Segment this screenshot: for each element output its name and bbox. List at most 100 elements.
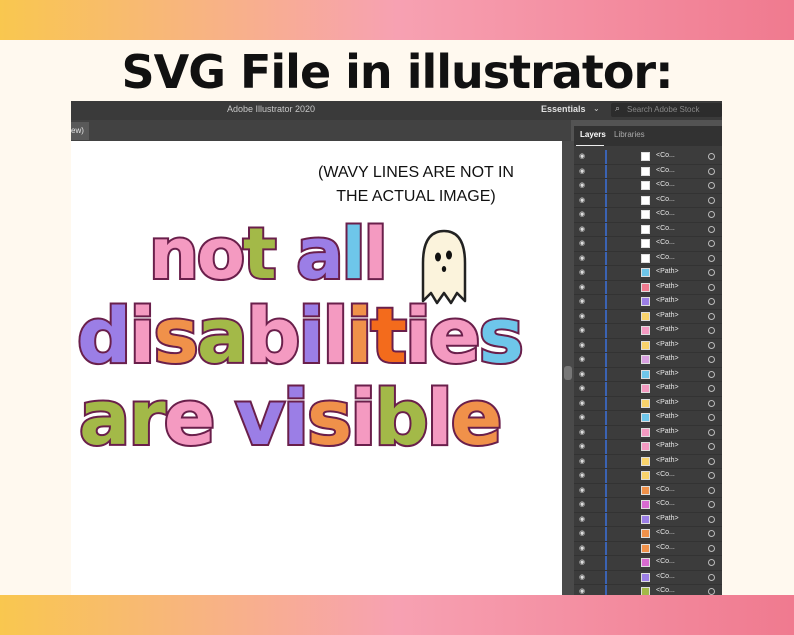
eye-icon[interactable]: ◉ — [579, 428, 585, 436]
chevron-down-icon[interactable]: ⌄ — [593, 104, 600, 113]
layer-row[interactable]: ◉ <Path> — [574, 382, 722, 397]
target-circle-icon[interactable] — [708, 559, 715, 566]
workspace-switcher[interactable]: Essentials — [541, 104, 586, 114]
target-circle-icon[interactable] — [708, 573, 715, 581]
document-tab[interactable]: ew) — [71, 122, 89, 140]
target-circle-icon[interactable] — [708, 211, 715, 218]
tab-layers[interactable]: Layers — [580, 130, 606, 139]
target-circle-icon[interactable] — [708, 501, 715, 508]
layer-row[interactable]: ◉ <Co... — [574, 570, 722, 585]
eye-icon[interactable]: ◉ — [579, 254, 585, 262]
layer-row[interactable]: ◉ <Co... — [574, 222, 722, 237]
layer-row[interactable]: ◉ <Co... — [574, 469, 722, 484]
target-circle-icon[interactable] — [708, 240, 715, 247]
eye-icon[interactable]: ◉ — [579, 196, 585, 204]
layer-row[interactable]: ◉ <Path> — [574, 367, 722, 382]
target-circle-icon[interactable] — [708, 153, 715, 160]
eye-icon[interactable]: ◉ — [579, 529, 585, 537]
target-circle-icon[interactable] — [708, 457, 715, 465]
eye-icon[interactable]: ◉ — [579, 558, 585, 566]
eye-icon[interactable]: ◉ — [579, 283, 585, 291]
layer-row[interactable]: ◉ <Co... — [574, 498, 722, 513]
target-circle-icon[interactable] — [708, 167, 715, 175]
target-circle-icon[interactable] — [708, 530, 715, 537]
eye-icon[interactable]: ◉ — [579, 399, 585, 407]
layer-row[interactable]: ◉ <Co... — [574, 483, 722, 498]
layer-row[interactable]: ◉ <Path> — [574, 338, 722, 353]
target-circle-icon[interactable] — [708, 443, 715, 450]
eye-icon[interactable]: ◉ — [579, 471, 585, 479]
target-circle-icon[interactable] — [708, 269, 715, 276]
target-circle-icon[interactable] — [708, 588, 715, 595]
eye-icon[interactable]: ◉ — [579, 573, 585, 581]
stock-search[interactable]: ⌕ Search Adobe Stock — [611, 103, 722, 117]
layer-row[interactable]: ◉ <Path> — [574, 425, 722, 440]
eye-icon[interactable]: ◉ — [579, 413, 585, 421]
layer-row[interactable]: ◉ <Co... — [574, 179, 722, 194]
layer-row[interactable]: ◉ <Path> — [574, 266, 722, 281]
eye-icon[interactable]: ◉ — [579, 225, 585, 233]
layer-row[interactable]: ◉ <Path> — [574, 295, 722, 310]
target-circle-icon[interactable] — [708, 544, 715, 552]
eye-icon[interactable]: ◉ — [579, 544, 585, 552]
eye-icon[interactable]: ◉ — [579, 341, 585, 349]
layer-row[interactable]: ◉ <Co... — [574, 527, 722, 542]
target-circle-icon[interactable] — [708, 225, 715, 233]
eye-icon[interactable]: ◉ — [579, 442, 585, 450]
eye-icon[interactable]: ◉ — [579, 370, 585, 378]
eye-icon[interactable]: ◉ — [579, 268, 585, 276]
tab-libraries[interactable]: Libraries — [614, 130, 645, 139]
target-circle-icon[interactable] — [708, 486, 715, 494]
layer-row[interactable]: ◉ <Path> — [574, 324, 722, 339]
layer-row[interactable]: ◉ <Path> — [574, 512, 722, 527]
layer-row[interactable]: ◉ <Co... — [574, 585, 722, 595]
layer-row[interactable]: ◉ <Path> — [574, 440, 722, 455]
eye-icon[interactable]: ◉ — [579, 297, 585, 305]
eye-icon[interactable]: ◉ — [579, 486, 585, 494]
target-circle-icon[interactable] — [708, 385, 715, 392]
eye-icon[interactable]: ◉ — [579, 167, 585, 175]
eye-icon[interactable]: ◉ — [579, 326, 585, 334]
layer-row[interactable]: ◉ <Path> — [574, 454, 722, 469]
eye-icon[interactable]: ◉ — [579, 515, 585, 523]
target-circle-icon[interactable] — [708, 399, 715, 407]
target-circle-icon[interactable] — [708, 254, 715, 262]
eye-icon[interactable]: ◉ — [579, 587, 585, 595]
layer-row[interactable]: ◉ <Path> — [574, 309, 722, 324]
target-circle-icon[interactable] — [708, 312, 715, 320]
target-circle-icon[interactable] — [708, 327, 715, 334]
eye-icon[interactable]: ◉ — [579, 181, 585, 189]
eye-icon[interactable]: ◉ — [579, 239, 585, 247]
layer-row[interactable]: ◉ <Co... — [574, 164, 722, 179]
target-circle-icon[interactable] — [708, 356, 715, 363]
layer-row[interactable]: ◉ <Path> — [574, 396, 722, 411]
canvas-scrollbar[interactable] — [562, 141, 574, 595]
eye-icon[interactable]: ◉ — [579, 355, 585, 363]
layer-row[interactable]: ◉ <Co... — [574, 251, 722, 266]
eye-icon[interactable]: ◉ — [579, 457, 585, 465]
layer-row[interactable]: ◉ <Co... — [574, 193, 722, 208]
target-circle-icon[interactable] — [708, 428, 715, 436]
target-circle-icon[interactable] — [708, 341, 715, 349]
layer-row[interactable]: ◉ <Path> — [574, 353, 722, 368]
eye-icon[interactable]: ◉ — [579, 500, 585, 508]
target-circle-icon[interactable] — [708, 414, 715, 421]
layer-row[interactable]: ◉ <Path> — [574, 411, 722, 426]
layer-row[interactable]: ◉ <Co... — [574, 556, 722, 571]
eye-icon[interactable]: ◉ — [579, 152, 585, 160]
artboard-canvas[interactable]: (WAVY LINES ARE NOT IN THE ACTUAL IMAGE)… — [71, 141, 562, 595]
target-circle-icon[interactable] — [708, 515, 715, 523]
search-placeholder[interactable]: Search Adobe Stock — [627, 105, 700, 114]
layer-row[interactable]: ◉ <Co... — [574, 208, 722, 223]
layer-row[interactable]: ◉ <Co... — [574, 541, 722, 556]
scrollbar-thumb[interactable] — [564, 366, 572, 380]
layer-row[interactable]: ◉ <Co... — [574, 237, 722, 252]
target-circle-icon[interactable] — [708, 283, 715, 291]
layer-row[interactable]: ◉ <Co... — [574, 150, 722, 165]
target-circle-icon[interactable] — [708, 298, 715, 305]
eye-icon[interactable]: ◉ — [579, 210, 585, 218]
eye-icon[interactable]: ◉ — [579, 312, 585, 320]
target-circle-icon[interactable] — [708, 196, 715, 204]
target-circle-icon[interactable] — [708, 370, 715, 378]
eye-icon[interactable]: ◉ — [579, 384, 585, 392]
